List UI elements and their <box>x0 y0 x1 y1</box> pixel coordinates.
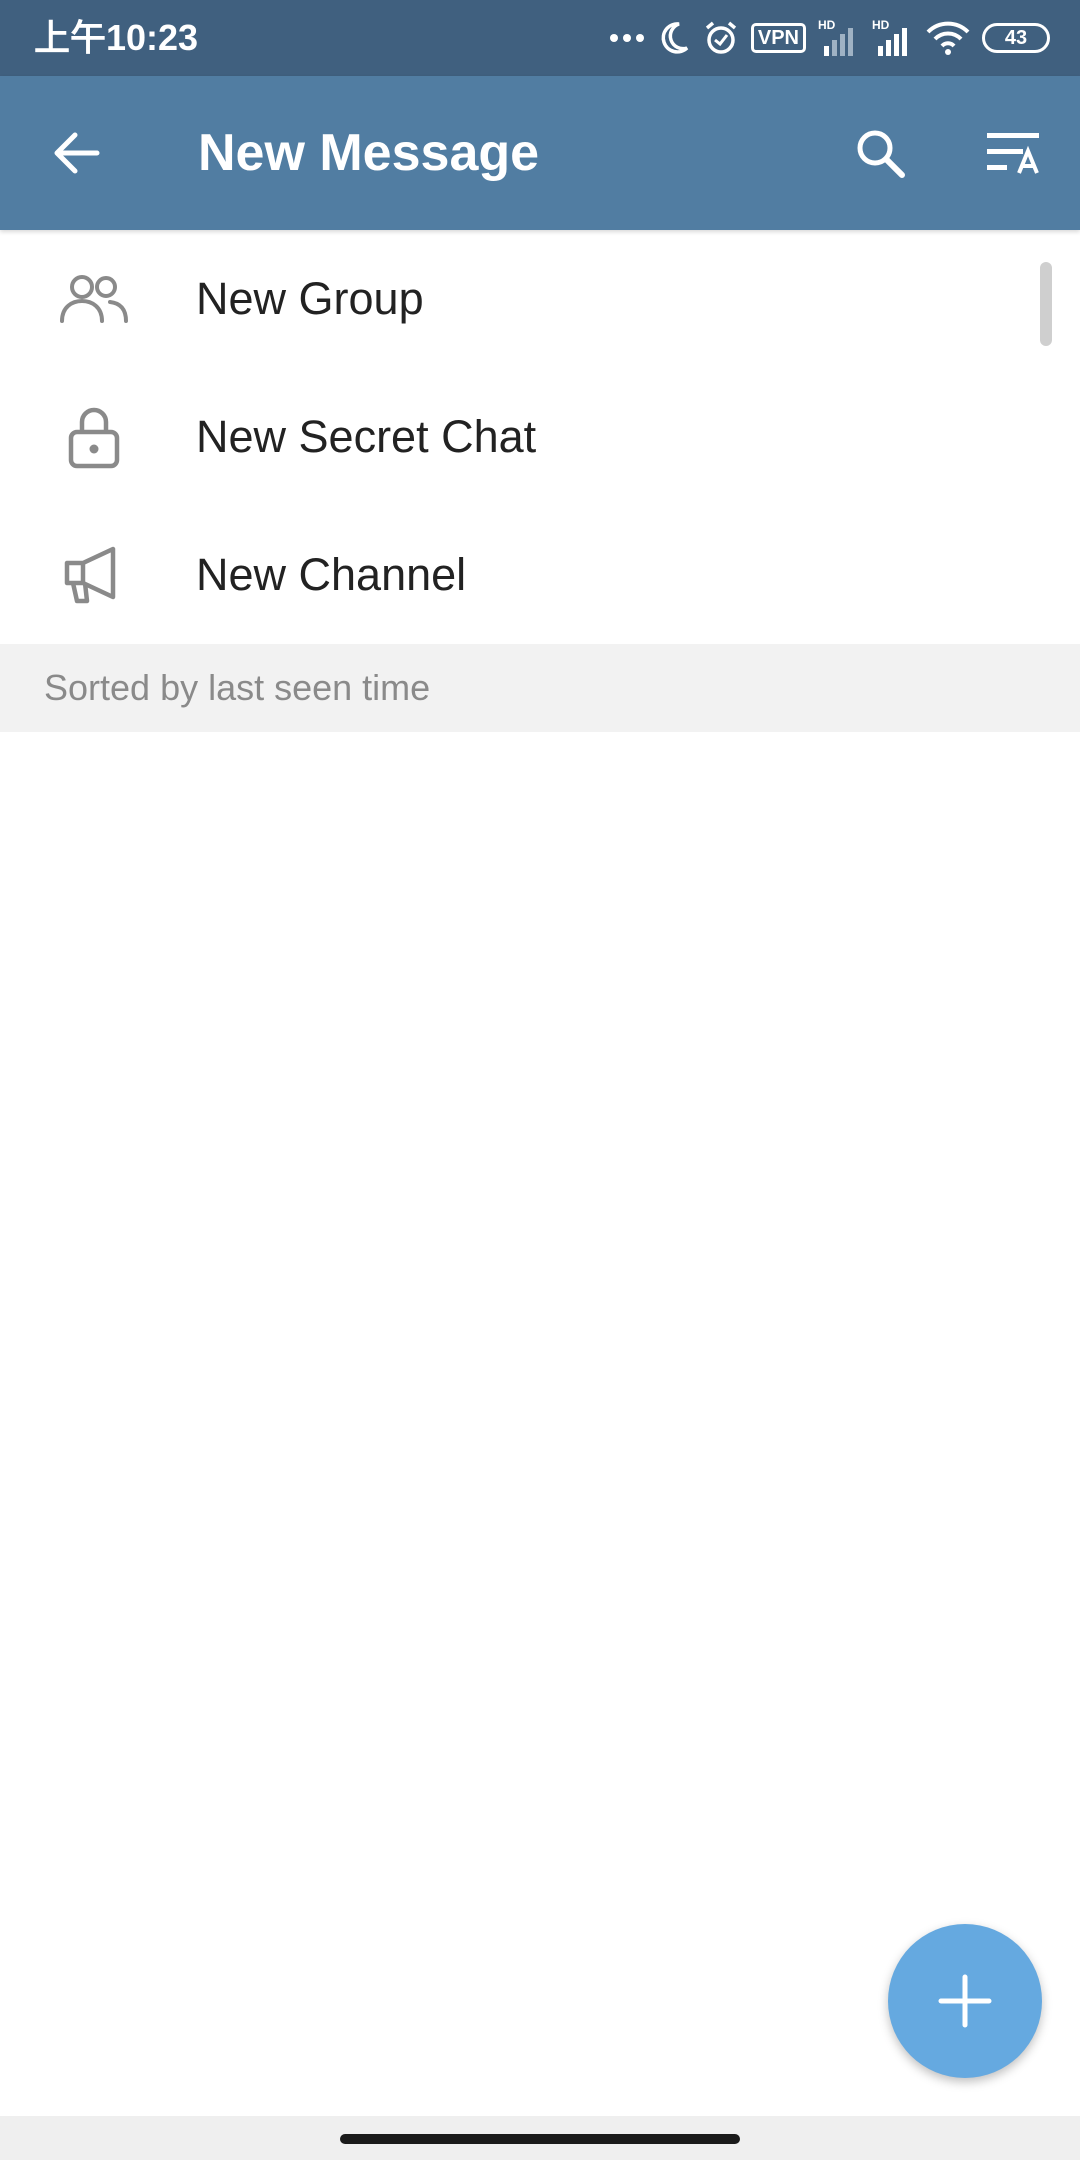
new-group-item[interactable]: New Group <box>0 230 1080 368</box>
action-list: New Group New Secret Chat New Channel <box>0 230 1080 644</box>
status-bar: 上午10:23 VPN HD HD 43 <box>0 0 1080 76</box>
moon-icon <box>661 22 689 54</box>
signal-hd-icon: HD <box>818 18 853 56</box>
signal-badge: HD <box>872 18 890 32</box>
signal-badge: HD <box>818 18 836 32</box>
vpn-icon: VPN <box>750 23 806 53</box>
signal-hd-icon: HD <box>872 18 907 56</box>
plus-icon <box>938 1974 992 2028</box>
status-icons: VPN HD HD 43 <box>609 14 1050 62</box>
section-header-label: Sorted by last seen time <box>44 667 431 708</box>
page-title: New Message <box>198 124 540 182</box>
home-indicator[interactable] <box>340 2134 740 2144</box>
new-secret-chat-item[interactable]: New Secret Chat <box>0 368 1080 506</box>
arrow-left-icon <box>54 132 100 174</box>
new-group-label: New Group <box>196 273 424 324</box>
alarm-icon <box>705 21 736 54</box>
section-header: Sorted by last seen time <box>0 644 1080 732</box>
scrollbar-thumb[interactable] <box>1040 262 1052 346</box>
app-bar: New Message <box>0 76 1080 230</box>
status-time: 上午10:23 <box>34 17 199 58</box>
sort-alpha-icon <box>987 133 1039 174</box>
lock-icon <box>56 399 132 475</box>
search-button[interactable] <box>840 116 920 190</box>
new-channel-item[interactable]: New Channel <box>0 506 1080 644</box>
battery-icon: 43 <box>982 23 1050 53</box>
new-secret-chat-label: New Secret Chat <box>196 411 537 462</box>
more-dots-icon <box>609 34 644 42</box>
back-button[interactable] <box>36 118 116 188</box>
sort-button[interactable] <box>972 116 1058 190</box>
new-channel-label: New Channel <box>196 549 467 600</box>
system-nav-bar <box>0 2116 1080 2160</box>
wifi-icon <box>926 21 970 55</box>
search-icon <box>857 130 905 178</box>
megaphone-icon <box>56 537 132 613</box>
group-icon <box>56 261 132 337</box>
new-contact-fab[interactable] <box>888 1924 1042 2078</box>
